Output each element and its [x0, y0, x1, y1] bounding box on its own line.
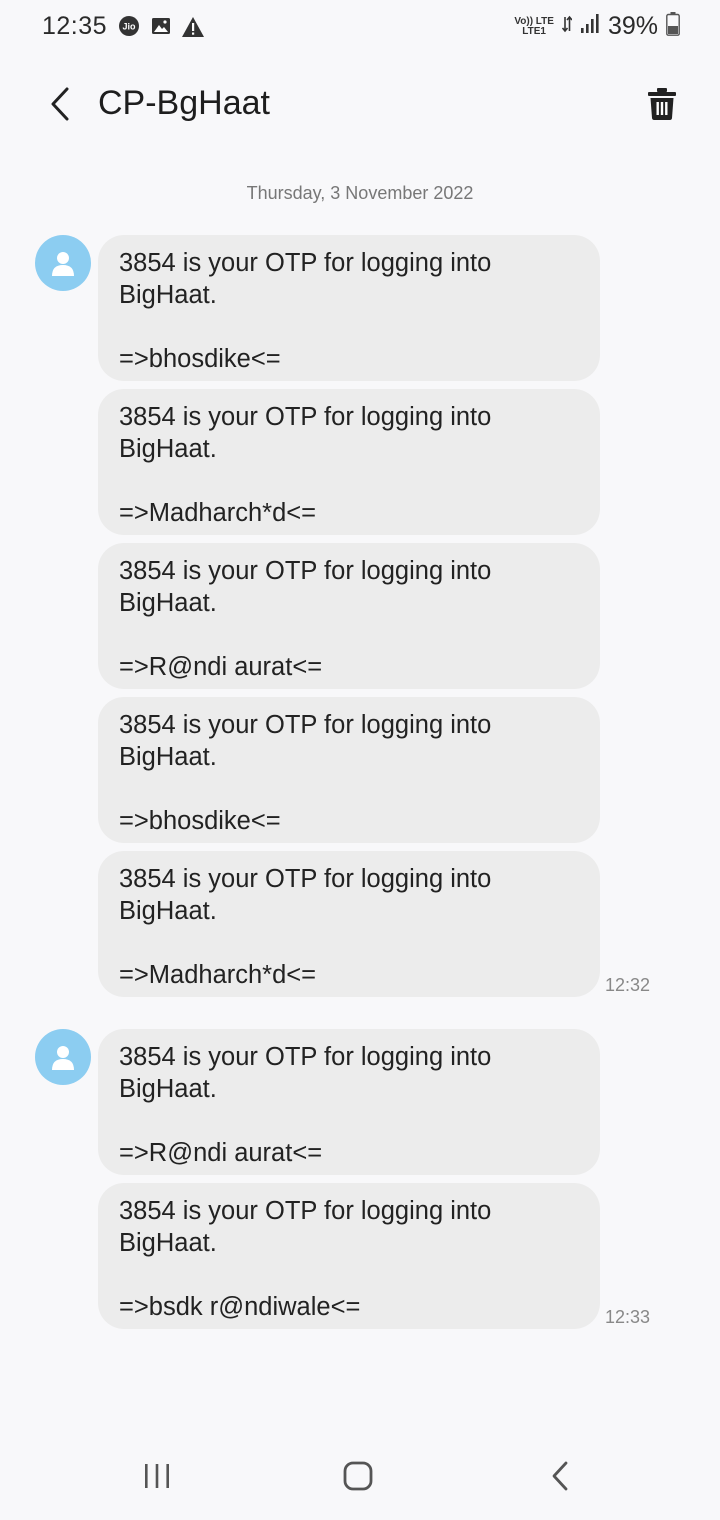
signal-icon: [580, 14, 600, 39]
battery-percent: 39%: [607, 12, 658, 40]
message-timestamp: 12:32: [605, 975, 651, 995]
back-button[interactable]: [40, 82, 80, 126]
delete-button[interactable]: [642, 84, 682, 124]
message-bubble[interactable]: 3854 is your OTP for logging into BigHaa…: [98, 1029, 600, 1175]
gallery-icon: [151, 16, 171, 41]
message-bubble[interactable]: 3854 is your OTP for logging into BigHaa…: [98, 697, 600, 843]
message-bubble[interactable]: 3854 is your OTP for logging into BigHaa…: [98, 851, 600, 997]
warning-icon: [181, 16, 205, 43]
svg-text:Jio: Jio: [122, 22, 136, 32]
date-separator: Thursday, 3 November 2022: [246, 183, 474, 203]
network-line-2: LTE1: [522, 25, 546, 37]
status-right: Vo)) LTE LTE1 39%: [514, 12, 680, 41]
contact-avatar[interactable]: [35, 1029, 91, 1085]
system-back-button[interactable]: [530, 1456, 590, 1496]
home-icon: [343, 1461, 373, 1491]
battery-icon: [666, 12, 680, 41]
contact-title: CP-BgHaat: [98, 84, 270, 122]
contact-avatar[interactable]: [35, 235, 91, 291]
person-icon: [52, 1046, 74, 1070]
back-icon: [552, 1461, 568, 1491]
jio-icon: Jio: [119, 16, 139, 41]
message-bubble[interactable]: 3854 is your OTP for logging into BigHaa…: [98, 543, 600, 689]
network-line-1: Vo)) LTE: [514, 15, 554, 27]
chevron-left-icon: [51, 87, 69, 121]
home-button[interactable]: [328, 1456, 388, 1496]
message-bubble[interactable]: 3854 is your OTP for logging into BigHaa…: [98, 389, 600, 535]
network-type: Vo)) LTE LTE1: [514, 15, 554, 37]
person-icon: [52, 252, 74, 276]
message-bubble[interactable]: 3854 is your OTP for logging into BigHaa…: [98, 235, 600, 381]
message-timestamp: 12:33: [605, 1307, 651, 1327]
navigation-bar: [0, 1430, 720, 1520]
data-arrows-icon: [561, 15, 573, 38]
trash-icon: [648, 88, 676, 120]
recents-button[interactable]: [127, 1456, 187, 1496]
conversation-header: CP-BgHaat: [0, 70, 720, 140]
status-time: 12:35: [42, 12, 108, 40]
message-bubble[interactable]: 3854 is your OTP for logging into BigHaa…: [98, 1183, 600, 1329]
status-bar: 12:35 Jio Vo)) LTE LTE1 39%: [0, 0, 720, 56]
recents-icon: [145, 1464, 169, 1488]
